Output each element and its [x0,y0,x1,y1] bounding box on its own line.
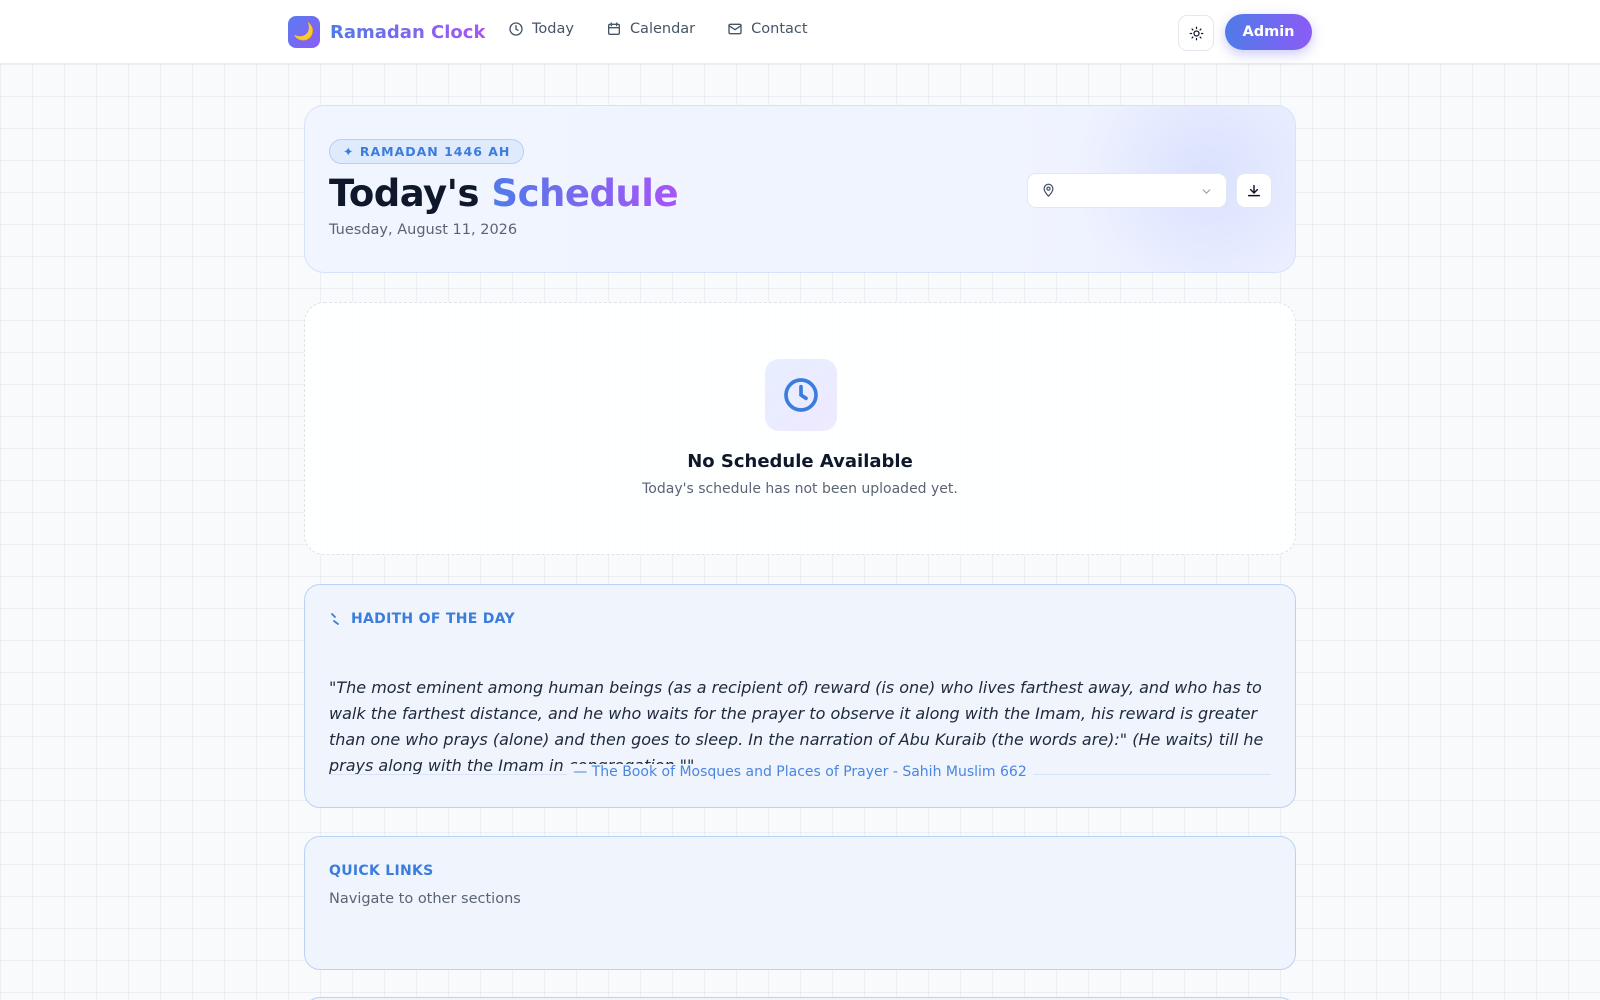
quick-links-card: QUICK LINKS Navigate to other sections [304,836,1296,970]
clock-icon [765,359,837,431]
download-icon [1247,184,1261,196]
empty-state-subtitle: Today's schedule has not been uploaded y… [642,481,958,497]
clock-icon [509,22,523,36]
title-accent: Schedule [491,172,679,215]
nav-today[interactable]: Today [508,21,574,37]
top-navbar: 🌙 Ramadan Clock Today Calendar Contact A… [0,0,1600,64]
quote-mark-icon [331,613,339,625]
nav-contact-label: Contact [751,21,808,37]
hadith-source-text: — The Book of Mosques and Places of Pray… [567,764,1033,780]
nav-today-label: Today [532,21,574,37]
hadith-card: HADITH OF THE DAY "The most eminent amon… [304,584,1296,808]
admin-button[interactable]: Admin [1225,14,1312,50]
hadith-source: — The Book of Mosques and Places of Pray… [305,764,1295,780]
hadith-label: HADITH OF THE DAY [329,611,515,627]
title-main: Today's [329,172,492,215]
page-title: Today's Schedule [329,172,679,215]
current-date: Tuesday, August 11, 2026 [329,222,518,238]
theme-toggle-button[interactable] [1178,15,1214,51]
nav-calendar[interactable]: Calendar [606,21,695,37]
quick-links-title: QUICK LINKS [329,863,434,879]
mail-icon [728,23,742,35]
brand[interactable]: 🌙 Ramadan Clock [288,16,485,48]
ramadan-badge: ✦ RAMADAN 1446 AH [329,139,525,164]
calendar-icon [607,22,620,35]
brand-name: Ramadan Clock [330,21,486,43]
download-button[interactable] [1236,173,1272,208]
moon-logo-icon: 🌙 [288,16,320,48]
map-pin-icon [1043,183,1054,197]
location-select[interactable] [1027,173,1227,208]
no-schedule-panel: No Schedule Available Today's schedule h… [304,302,1296,555]
quick-links-subtitle: Navigate to other sections [329,891,521,907]
nav-contact[interactable]: Contact [727,21,808,37]
schedule-hero: ✦ RAMADAN 1446 AH Today's Schedule Tuesd… [304,105,1296,273]
main-nav: Today Calendar Contact [508,21,840,37]
empty-state-title: No Schedule Available [687,451,913,472]
nav-calendar-label: Calendar [629,21,696,37]
sun-icon [1189,26,1203,40]
hadith-label-text: HADITH OF THE DAY [351,611,515,627]
chevron-down-icon [1202,189,1211,194]
